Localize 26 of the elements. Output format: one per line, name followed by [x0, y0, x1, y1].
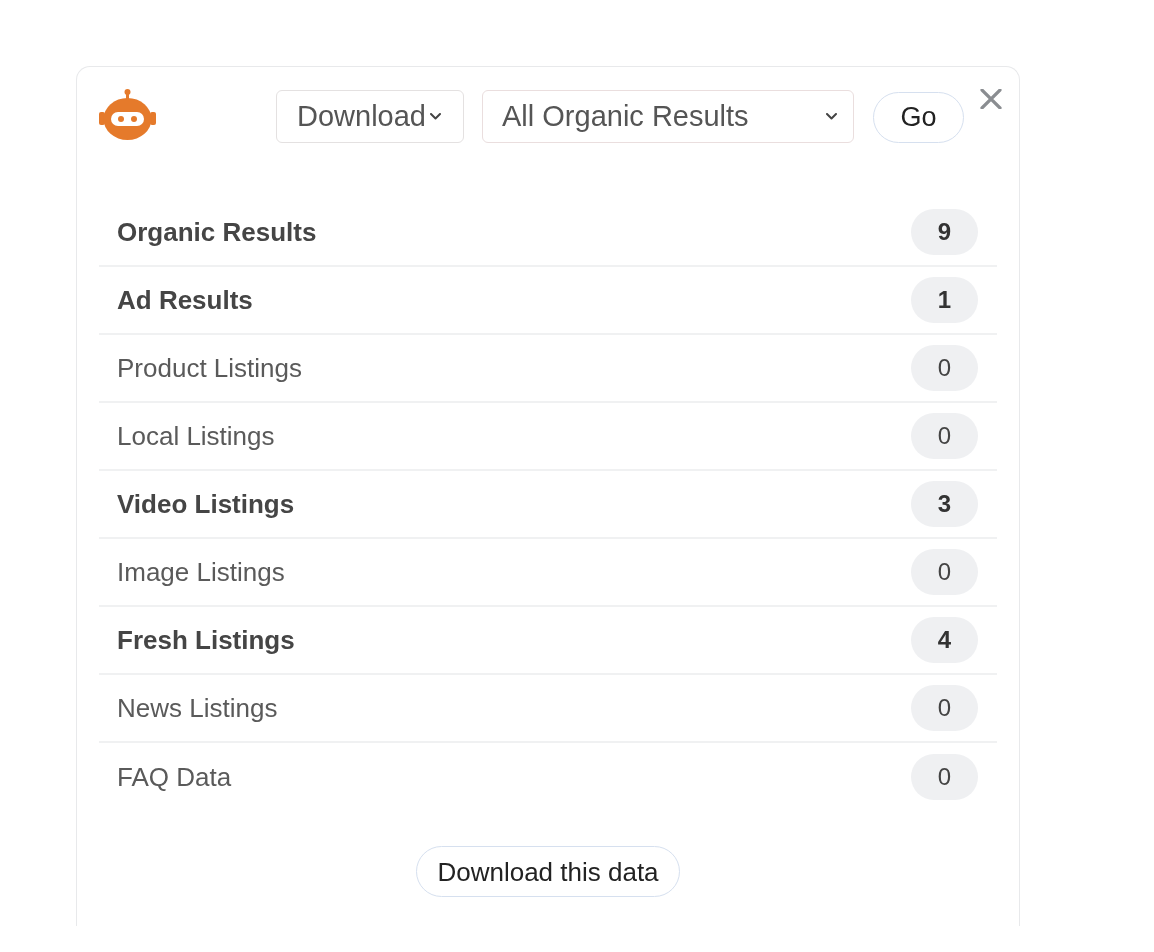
count-pill: 1: [911, 277, 978, 323]
download-data-button[interactable]: Download this data: [416, 846, 680, 897]
count-pill: 0: [911, 754, 978, 800]
chevron-down-icon: [826, 113, 837, 120]
count-pill: 0: [911, 413, 978, 459]
format-select[interactable]: Download: [276, 90, 464, 143]
count-pill: 9: [911, 209, 978, 255]
chevron-down-icon: [430, 113, 441, 120]
result-label: Image Listings: [117, 555, 285, 589]
result-label: Fresh Listings: [117, 623, 295, 657]
result-label: Organic Results: [117, 215, 317, 249]
robot-icon: [99, 87, 156, 142]
result-label: Product Listings: [117, 351, 302, 385]
result-label: Video Listings: [117, 487, 295, 521]
result-label: News Listings: [117, 691, 278, 725]
count-pill: 0: [911, 685, 978, 731]
count-pill: 3: [911, 481, 978, 527]
close-icon[interactable]: [980, 89, 1002, 109]
scope-select[interactable]: All Organic Results: [482, 90, 854, 143]
count-pill: 0: [911, 345, 978, 391]
result-label: Ad Results: [117, 283, 253, 317]
go-button[interactable]: Go: [873, 92, 964, 143]
count-pill: 0: [911, 549, 978, 595]
count-pill: 4: [911, 617, 978, 663]
result-label: Local Listings: [117, 419, 275, 453]
result-label: FAQ Data: [117, 760, 232, 794]
